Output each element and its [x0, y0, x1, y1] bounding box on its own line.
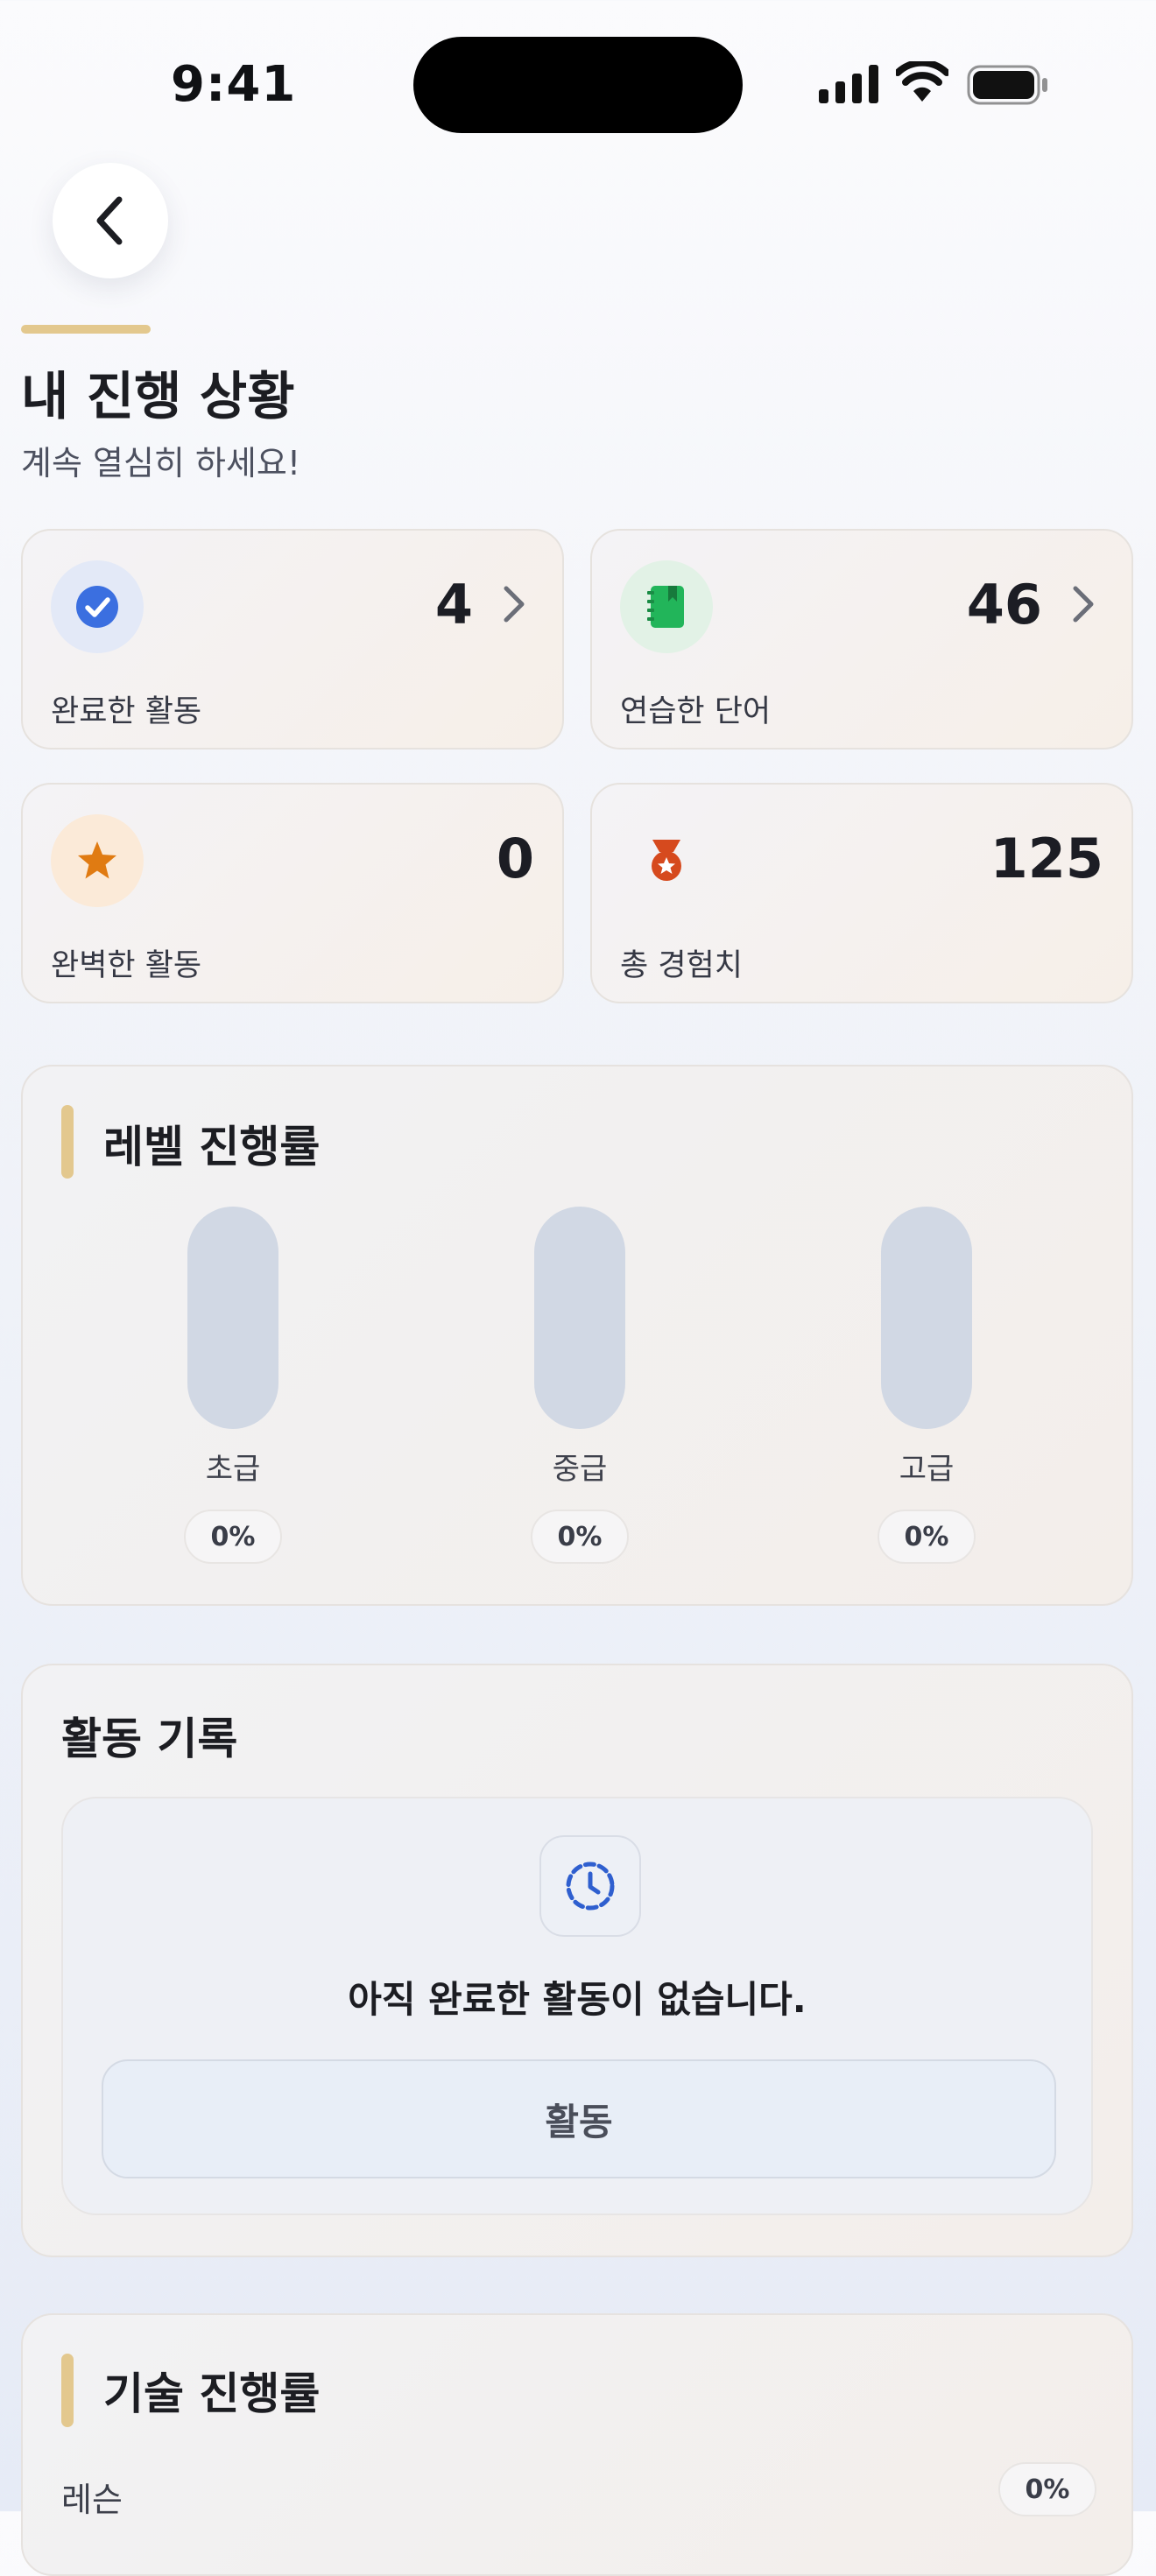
level-progress-bar-advanced: [881, 1207, 972, 1429]
stat-value: 125: [990, 827, 1103, 890]
dynamic-island: [413, 37, 743, 133]
section-title: 레벨 진행률: [103, 1122, 321, 1172]
stat-value: 0: [496, 827, 534, 890]
chevron-left-icon: [96, 196, 123, 245]
check-circle-icon: [51, 560, 144, 653]
skill-percent-badge: 0%: [998, 2462, 1096, 2516]
activity-button[interactable]: 활동: [102, 2059, 1056, 2178]
title-accent-bar: [21, 325, 151, 334]
chevron-right-icon: [1073, 586, 1094, 623]
clock-history-icon: [539, 1835, 641, 1937]
battery-icon: [967, 65, 1047, 105]
stat-card-perfect-activities: 0 완벽한 활동: [21, 783, 564, 1003]
section-title: 기술 진행률: [103, 2368, 321, 2419]
empty-state-box: 아직 완료한 활동이 없습니다. 활동: [61, 1797, 1093, 2215]
page-title: 내 진행 상황: [21, 366, 295, 426]
level-name: 중급: [552, 1452, 608, 1487]
level-progress-panel: 레벨 진행률 초급 0% 중급 0% 고급 0%: [21, 1065, 1133, 1606]
level-percent-badge: 0%: [878, 1510, 976, 1564]
level-name: 초급: [205, 1452, 261, 1487]
skill-label: 레슨: [61, 2481, 123, 2519]
stat-label: 연습한 단어: [620, 694, 772, 729]
page-subtitle: 계속 열심히 하세요!: [21, 444, 301, 482]
star-icon: [51, 814, 144, 907]
skill-progress-panel: 기술 진행률 레슨 0%: [21, 2313, 1133, 2576]
stat-card-total-xp: 125 총 경험치: [590, 783, 1133, 1003]
level-percent-badge: 0%: [184, 1510, 282, 1564]
medal-icon: [620, 814, 713, 907]
stat-value: 4: [434, 573, 473, 637]
chevron-right-icon: [504, 586, 525, 623]
empty-state-message: 아직 완료한 활동이 없습니다.: [348, 1978, 807, 2021]
wifi-icon: [896, 61, 948, 102]
back-button[interactable]: [53, 163, 168, 278]
book-icon: [620, 560, 713, 653]
status-time: 9:41: [171, 56, 297, 113]
stat-label: 총 경험치: [620, 948, 743, 983]
stat-card-completed-activities[interactable]: 4 완료한 활동: [21, 529, 564, 750]
stat-card-practiced-words[interactable]: 46 연습한 단어: [590, 529, 1133, 750]
level-progress-bar-intermediate: [534, 1207, 625, 1429]
stat-value: 46: [966, 573, 1042, 637]
section-accent-bar: [61, 2354, 74, 2427]
section-accent-bar: [61, 1105, 74, 1179]
activity-log-panel: 활동 기록 아직 완료한 활동이 없습니다. 활동: [21, 1664, 1133, 2257]
stat-label: 완료한 활동: [51, 694, 202, 729]
level-progress-bar-beginner: [187, 1207, 278, 1429]
level-name: 고급: [899, 1452, 955, 1487]
section-title: 활동 기록: [61, 1714, 238, 1764]
cellular-signal-icon: [819, 65, 878, 103]
stat-label: 완벽한 활동: [51, 948, 202, 983]
level-percent-badge: 0%: [531, 1510, 629, 1564]
